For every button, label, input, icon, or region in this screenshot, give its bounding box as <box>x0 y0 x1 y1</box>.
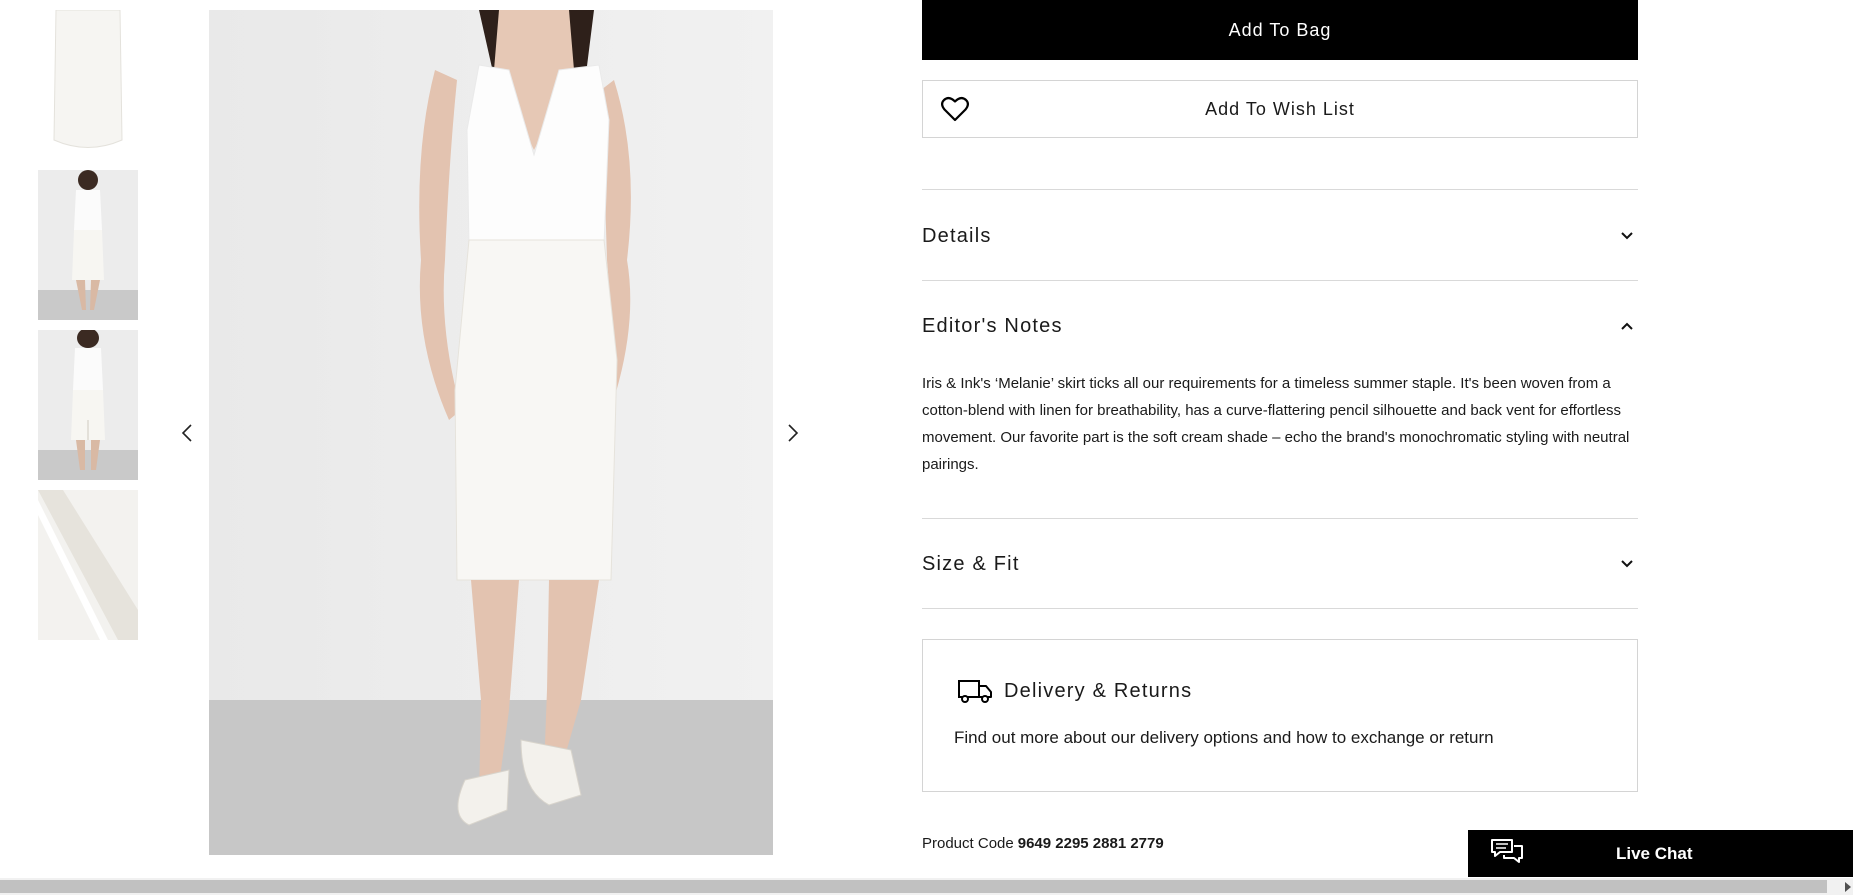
divider <box>922 518 1638 519</box>
live-chat-label: Live Chat <box>1616 844 1693 863</box>
chevron-left-icon <box>181 424 192 442</box>
accordion-editors-notes-title: Editor's Notes <box>922 314 1063 337</box>
chevron-down-icon <box>1621 560 1633 568</box>
thumbnail-1[interactable] <box>38 10 138 160</box>
product-code-label: Product Code <box>922 835 1014 852</box>
horizontal-scrollbar[interactable] <box>0 878 1853 895</box>
accordion-details-title: Details <box>922 224 992 247</box>
add-to-bag-label: Add To Bag <box>1228 19 1332 40</box>
thumbnail-2[interactable] <box>38 170 138 320</box>
thumbnail-3[interactable] <box>38 330 138 480</box>
thumbnail-4[interactable] <box>38 490 138 640</box>
live-chat-button[interactable]: Live Chat <box>1468 830 1853 877</box>
product-code-value: 9649 2295 2881 2779 <box>1017 835 1164 852</box>
chat-bubbles-icon <box>1491 839 1523 863</box>
delivery-returns-text[interactable]: Find out more about our delivery options… <box>954 728 1494 748</box>
next-image-button[interactable] <box>781 421 805 445</box>
prev-image-button[interactable] <box>175 421 199 445</box>
delivery-returns-title: Delivery & Returns <box>1004 680 1193 702</box>
truck-icon <box>958 680 992 703</box>
accordion-size-fit[interactable]: Size & Fit <box>922 520 1638 608</box>
scroll-right-arrow-icon[interactable] <box>1845 882 1851 892</box>
main-product-image <box>209 10 773 855</box>
scrollbar-thumb[interactable] <box>0 880 1827 893</box>
accordion-details[interactable]: Details <box>922 192 1638 280</box>
chevron-up-icon <box>1621 322 1633 330</box>
editors-notes-body: Iris & Ink's ‘Melanie’ skirt ticks all o… <box>922 375 1630 473</box>
accordion-editors-notes[interactable]: Editor's Notes <box>922 282 1638 370</box>
divider <box>922 608 1638 609</box>
divider <box>922 189 1638 190</box>
add-to-bag-button[interactable]: Add To Bag <box>922 0 1638 60</box>
add-to-wish-list-button[interactable]: Add To Wish List <box>922 80 1638 138</box>
accordion-size-fit-title: Size & Fit <box>922 552 1020 575</box>
chevron-down-icon <box>1621 232 1633 240</box>
add-to-wish-list-label: Add To Wish List <box>1205 98 1355 119</box>
delivery-returns-card[interactable]: Delivery & Returns Find out more about o… <box>922 639 1638 792</box>
divider <box>922 280 1638 281</box>
heart-icon <box>941 97 969 122</box>
chevron-right-icon <box>788 424 799 442</box>
